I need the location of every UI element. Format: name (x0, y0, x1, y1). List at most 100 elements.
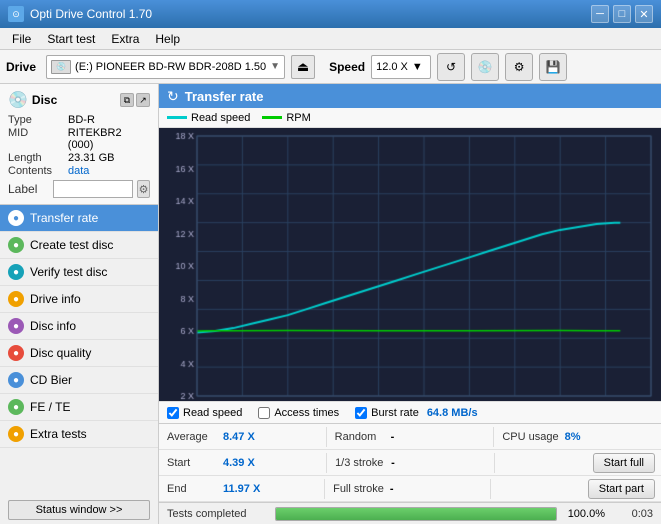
start-part-button[interactable]: Start part (588, 479, 655, 499)
speed-value: 12.0 X (376, 61, 408, 73)
maximize-button[interactable]: □ (613, 5, 631, 23)
nav-item-verify-test-disc[interactable]: ● Verify test disc (0, 259, 158, 286)
disc-mid-row: MID RITEKBR2 (000) (8, 127, 150, 151)
divider-6 (490, 479, 491, 499)
window-controls: ─ □ ✕ (591, 5, 653, 23)
chart-title: Transfer rate (185, 89, 264, 104)
menu-start-test[interactable]: Start test (39, 30, 103, 48)
disc-panel-icon: 💿 (8, 90, 28, 110)
menu-extra[interactable]: Extra (103, 30, 147, 48)
nav-label-drive-info: Drive info (30, 292, 81, 306)
nav-item-cd-bier[interactable]: ● CD Bier (0, 367, 158, 394)
burst-rate-checkbox-label: Burst rate (371, 407, 419, 419)
nav-icon-transfer-rate: ● (8, 210, 24, 226)
legend-read-speed-label: Read speed (191, 112, 250, 124)
progress-bar-area: Tests completed 100.0% 0:03 (159, 502, 661, 524)
save-button[interactable]: 💾 (539, 53, 567, 81)
nav-icon-disc-info: ● (8, 318, 24, 334)
disc-length-row: Length 23.31 GB (8, 152, 150, 164)
eject-button[interactable]: ⏏ (291, 55, 315, 79)
stat-cpu-label: CPU usage (502, 431, 558, 443)
nav-icon-fe-te: ● (8, 399, 24, 415)
disc-button[interactable]: 💿 (471, 53, 499, 81)
nav-item-create-test-disc[interactable]: ● Create test disc (0, 232, 158, 259)
disc-panel-title: Disc (32, 93, 57, 107)
minimize-button[interactable]: ─ (591, 5, 609, 23)
burst-rate-value: 64.8 MB/s (427, 407, 478, 419)
stat-end-label: End (167, 483, 217, 495)
refresh-button[interactable]: ↺ (437, 53, 465, 81)
close-button[interactable]: ✕ (635, 5, 653, 23)
main-container: 💿 Disc ⧉ ↗ Type BD-R MID RITEKBR2 (000) … (0, 84, 661, 524)
nav-item-disc-quality[interactable]: ● Disc quality (0, 340, 158, 367)
drive-label: Drive (6, 60, 36, 74)
nav-item-disc-info[interactable]: ● Disc info (0, 313, 158, 340)
title-bar: ⊙ Opti Drive Control 1.70 ─ □ ✕ (0, 0, 661, 28)
disc-label-input[interactable] (53, 180, 133, 198)
nav-item-transfer-rate[interactable]: ● Transfer rate (0, 205, 158, 232)
disc-type-value: BD-R (68, 114, 95, 126)
stat-end-value: 11.97 X (223, 483, 263, 495)
stat-stroke13-label: 1/3 stroke (335, 457, 385, 469)
stats-area: Average 8.47 X Random - CPU usage 8% Sta… (159, 423, 661, 502)
progress-percent: 100.0% (565, 508, 605, 520)
menu-help[interactable]: Help (147, 30, 188, 48)
stat-cpu: CPU usage 8% (494, 431, 661, 443)
drive-select[interactable]: 💿 (E:) PIONEER BD-RW BDR-208D 1.50 ▼ (46, 55, 285, 79)
read-speed-checkbox-item: Read speed (167, 407, 242, 419)
stat-average: Average 8.47 X (159, 431, 326, 443)
stats-row-average: Average 8.47 X Random - CPU usage 8% (159, 424, 661, 450)
content-area: ↻ Transfer rate Read speed RPM Read spee… (159, 84, 661, 524)
stat-average-value: 8.47 X (223, 431, 263, 443)
stats-row-end: End 11.97 X Full stroke - Start part (159, 476, 661, 502)
nav-icon-drive-info: ● (8, 291, 24, 307)
nav-label-transfer-rate: Transfer rate (30, 211, 98, 225)
disc-type-key: Type (8, 114, 68, 126)
disc-length-key: Length (8, 152, 68, 164)
progress-bar-fill (276, 508, 556, 520)
speed-select[interactable]: 12.0 X ▼ (371, 55, 431, 79)
chart-legend: Read speed RPM (159, 108, 661, 128)
stat-start-value: 4.39 X (223, 457, 263, 469)
nav-label-fe-te: FE / TE (30, 400, 70, 414)
burst-rate-checkbox[interactable] (355, 407, 367, 419)
read-speed-checkbox[interactable] (167, 407, 179, 419)
chart-icon: ↻ (167, 88, 179, 105)
disc-contents-value[interactable]: data (68, 165, 89, 177)
status-text: Tests completed (167, 508, 267, 520)
nav-item-drive-info[interactable]: ● Drive info (0, 286, 158, 313)
start-full-button[interactable]: Start full (593, 453, 655, 473)
disc-contents-key: Contents (8, 165, 68, 177)
settings-button[interactable]: ⚙ (505, 53, 533, 81)
nav-item-extra-tests[interactable]: ● Extra tests (0, 421, 158, 448)
access-times-checkbox[interactable] (258, 407, 270, 419)
disc-panel: 💿 Disc ⧉ ↗ Type BD-R MID RITEKBR2 (000) … (0, 84, 158, 205)
menu-file[interactable]: File (4, 30, 39, 48)
nav-icon-disc-quality: ● (8, 345, 24, 361)
disc-label-key: Label (8, 182, 49, 196)
status-window-button[interactable]: Status window >> (8, 500, 150, 520)
nav-icon-verify-test-disc: ● (8, 264, 24, 280)
speed-dropdown-arrow: ▼ (412, 61, 423, 73)
stats-row-start: Start 4.39 X 1/3 stroke - Start full (159, 450, 661, 476)
chart-checkboxes: Read speed Access times Burst rate 64.8 … (159, 401, 661, 423)
stat-stroke13-value: - (391, 457, 431, 469)
disc-copy-btn[interactable]: ⧉ (120, 93, 134, 107)
nav-label-extra-tests: Extra tests (30, 427, 87, 441)
sidebar: 💿 Disc ⧉ ↗ Type BD-R MID RITEKBR2 (000) … (0, 84, 159, 524)
stat-random: Random - (327, 431, 494, 443)
burst-rate-checkbox-item: Burst rate 64.8 MB/s (355, 407, 477, 419)
stat-average-label: Average (167, 431, 217, 443)
disc-export-btn[interactable]: ↗ (136, 93, 150, 107)
nav-icon-create-test-disc: ● (8, 237, 24, 253)
transfer-rate-chart (159, 128, 661, 401)
access-times-checkbox-label: Access times (274, 407, 339, 419)
read-speed-checkbox-label: Read speed (183, 407, 242, 419)
access-times-checkbox-item: Access times (258, 407, 339, 419)
disc-label-btn[interactable]: ⚙ (137, 180, 150, 198)
drive-text: (E:) PIONEER BD-RW BDR-208D 1.50 (75, 61, 266, 73)
divider-4 (494, 453, 495, 473)
nav-item-fe-te[interactable]: ● FE / TE (0, 394, 158, 421)
stat-full-stroke-value: - (390, 483, 430, 495)
stat-start-label: Start (167, 457, 217, 469)
